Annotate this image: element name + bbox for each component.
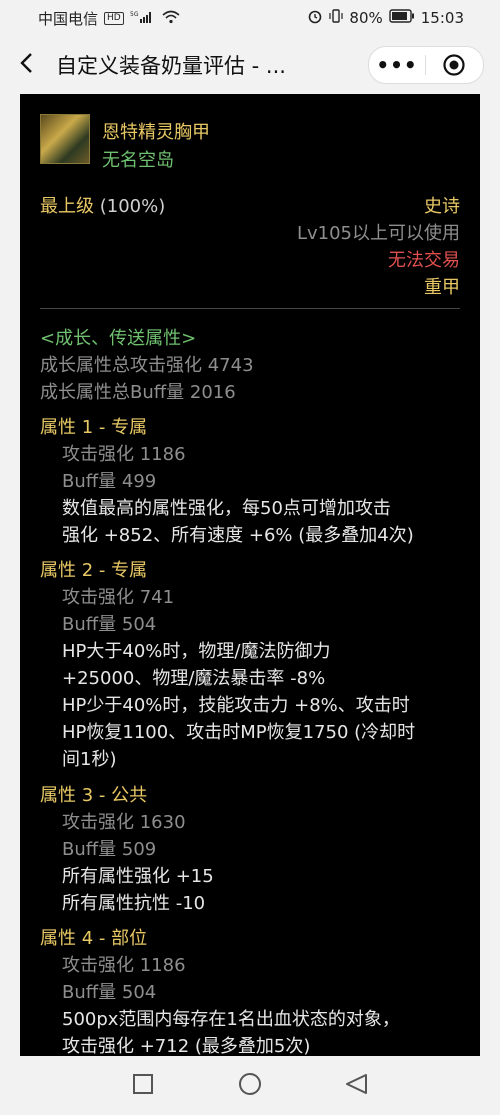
attribute-desc: 间1秒) bbox=[62, 749, 117, 770]
trade-status: 无法交易 bbox=[388, 250, 460, 271]
attribute-attack: 攻击强化 1186 bbox=[62, 444, 186, 465]
attribute-desc: HP大于40%时，物理/魔法防御力 bbox=[62, 641, 331, 662]
attribute-buff: Buff量 504 bbox=[62, 982, 157, 1003]
chevron-left-icon bbox=[20, 53, 32, 73]
growth-total-attack: 成长属性总攻击强化 4743 bbox=[40, 355, 254, 376]
item-source: 无名空岛 bbox=[102, 150, 174, 171]
armor-type: 重甲 bbox=[424, 277, 460, 298]
mini-program-capsule: ••• bbox=[368, 46, 484, 84]
attribute-desc: 数值最高的属性强化，每50点可增加攻击 bbox=[62, 498, 391, 519]
attribute-desc: 所有属性抗性 -10 bbox=[62, 893, 206, 914]
hd-badge: HD bbox=[104, 12, 124, 25]
signal-icon: 5G bbox=[130, 10, 156, 28]
attribute-buff: Buff量 499 bbox=[62, 471, 157, 492]
item-rarity: 史诗 bbox=[424, 196, 460, 217]
grade-label: 最上级 bbox=[40, 196, 94, 217]
item-grade: 最上级 (100%) bbox=[40, 192, 165, 218]
clock: 15:03 bbox=[420, 9, 464, 27]
growth-total-buff: 成长属性总Buff量 2016 bbox=[40, 382, 236, 403]
vibrate-icon bbox=[329, 8, 344, 28]
attribute-title: 属性 2 - 专属 bbox=[40, 560, 148, 581]
target-icon bbox=[443, 54, 465, 76]
item-name: 恩特精灵胸甲 bbox=[102, 122, 210, 143]
status-right: 80% 15:03 bbox=[307, 8, 464, 28]
attribute-attack: 攻击强化 1630 bbox=[62, 812, 186, 833]
divider bbox=[40, 308, 460, 309]
back-button[interactable] bbox=[14, 48, 40, 78]
back-nav-icon[interactable] bbox=[346, 1074, 367, 1094]
battery-icon bbox=[389, 9, 415, 27]
home-icon[interactable] bbox=[239, 1073, 261, 1095]
attribute-desc: 所有属性强化 +15 bbox=[62, 866, 214, 887]
item-icon bbox=[40, 114, 90, 164]
recents-icon[interactable] bbox=[133, 1074, 153, 1094]
attribute-desc: 攻击强化 +712 (最多叠加5次) bbox=[62, 1036, 311, 1056]
app-bar: 自定义装备奶量评估 - ... ••• bbox=[0, 34, 500, 94]
status-bar: 中国电信 HD 5G 80% 15:03 bbox=[0, 0, 500, 34]
status-left: 中国电信 HD 5G bbox=[38, 8, 180, 29]
attribute-desc: +25000、物理/魔法暴击率 -8% bbox=[62, 668, 326, 689]
wifi-icon bbox=[162, 10, 180, 28]
attribute-desc: HP恢复1100、攻击时MP恢复1750 (冷却时 bbox=[62, 722, 416, 743]
grade-percent: (100%) bbox=[99, 196, 166, 217]
svg-text:5G: 5G bbox=[130, 11, 139, 18]
attribute-desc: HP少于40%时，技能攻击力 +8%、攻击时 bbox=[62, 695, 410, 716]
attribute-desc: 强化 +852、所有速度 +6% (最多叠加4次) bbox=[62, 525, 414, 546]
close-button[interactable] bbox=[426, 53, 482, 77]
attribute-buff: Buff量 504 bbox=[62, 614, 157, 635]
attribute-title: 属性 1 - 专属 bbox=[40, 417, 148, 438]
system-nav-bar bbox=[0, 1056, 500, 1111]
attribute-buff: Buff量 509 bbox=[62, 839, 157, 860]
battery-percent: 80% bbox=[349, 9, 383, 27]
nav-icons bbox=[133, 1073, 367, 1095]
attribute-attack: 攻击强化 741 bbox=[62, 587, 175, 608]
carrier-label: 中国电信 bbox=[38, 10, 99, 28]
attribute-attack: 攻击强化 1186 bbox=[62, 955, 186, 976]
attribute-title: 属性 4 - 部位 bbox=[40, 928, 148, 949]
growth-header: <成长、传送属性> bbox=[40, 328, 197, 349]
page-title: 自定义装备奶量评估 - ... bbox=[56, 54, 286, 78]
level-requirement: Lv105以上可以使用 bbox=[296, 223, 460, 244]
attribute-desc: 500px范围内每存在1名出血状态的对象， bbox=[62, 1009, 400, 1030]
attribute-title: 属性 3 - 公共 bbox=[40, 785, 148, 806]
alarm-icon bbox=[307, 8, 323, 28]
more-button[interactable]: ••• bbox=[369, 53, 425, 77]
item-card: 恩特精灵胸甲 无名空岛 最上级 (100%) 史诗 Lv105以上可以使用 无法… bbox=[20, 94, 480, 1056]
